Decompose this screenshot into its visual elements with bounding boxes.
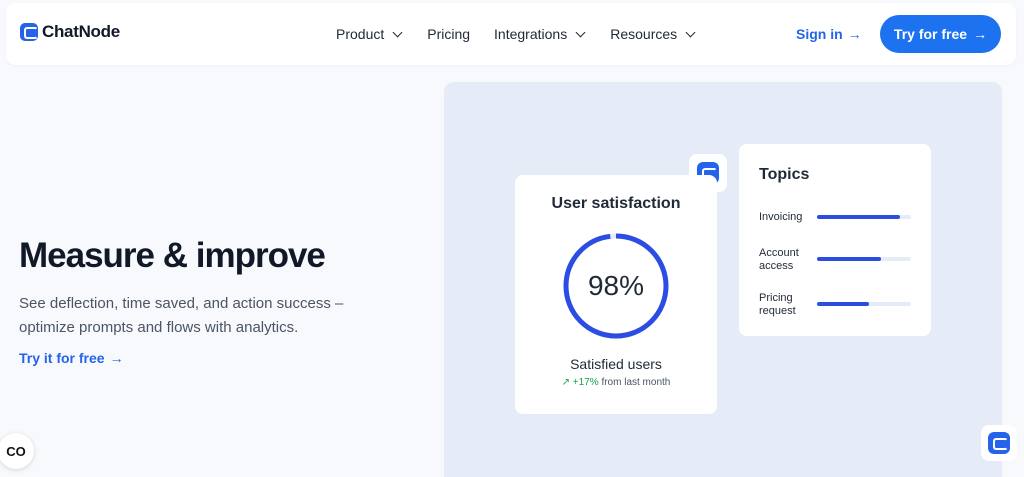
topic-name: Pricing request [759, 292, 796, 317]
try-for-free-label: Try for free [893, 26, 968, 42]
topic-bar-fill [817, 302, 869, 306]
sign-in-link[interactable]: Sign in → [796, 26, 862, 42]
try-it-free-link[interactable]: Try it for free → [19, 350, 124, 366]
nav-item-product[interactable]: Product [336, 26, 403, 42]
satisfaction-title: User satisfaction [551, 195, 681, 212]
satisfied-users-label: Satisfied users [570, 356, 662, 372]
topic-name: Account access [759, 247, 799, 272]
chevron-down-icon [685, 27, 696, 37]
nav-item-label: Integrations [494, 26, 568, 42]
nav-item-label: Pricing [427, 26, 471, 42]
nav-item-label: Resources [610, 26, 678, 42]
hero-title: Measure & improve [19, 236, 326, 275]
topic-bar-fill [817, 257, 881, 261]
trending-up-icon: ↗ [561, 377, 571, 388]
trend-value: +17% [572, 377, 599, 388]
trend-text: from last month [601, 377, 671, 388]
nav-item-integrations[interactable]: Integrations [494, 26, 586, 42]
chevron-down-icon [392, 27, 403, 37]
user-satisfaction-card: User satisfaction 98% Satisfied users ↗ … [515, 175, 717, 414]
main-menu: Product Pricing Integrations Resources [336, 26, 696, 42]
top-navbar: ChatNode Product Pricing Integrations Re… [6, 3, 1016, 65]
topic-bar-track [817, 215, 911, 219]
arrow-right-icon: → [847, 26, 862, 42]
try-it-free-label: Try it for free [19, 350, 105, 366]
brand-logo[interactable]: ChatNode [20, 22, 120, 42]
cookie-icon: CO [6, 443, 26, 459]
chat-launcher-button[interactable] [981, 425, 1017, 461]
topics-card: Topics Invoicing Account access Pricing … [739, 144, 931, 336]
chevron-down-icon [575, 27, 586, 37]
cookie-settings-button[interactable]: CO [0, 433, 34, 469]
hero-description: See deflection, time saved, and action s… [19, 295, 344, 336]
topic-name: Invoicing [759, 211, 803, 223]
satisfaction-trend: ↗ +17% from last month [515, 377, 717, 388]
arrow-right-icon: → [109, 350, 124, 366]
topic-bar-fill [817, 215, 900, 219]
nav-item-pricing[interactable]: Pricing [427, 26, 470, 42]
topic-bar-track [817, 257, 911, 261]
nav-item-label: Product [336, 26, 385, 42]
sign-in-label: Sign in [796, 26, 843, 42]
chat-bubble-icon [20, 23, 38, 41]
chat-bubble-icon [988, 432, 1010, 454]
topics-title: Topics [759, 166, 810, 183]
brand-name: ChatNode [42, 22, 120, 41]
try-for-free-button[interactable]: Try for free → [880, 15, 1001, 53]
topic-bar-track [817, 302, 911, 306]
nav-item-resources[interactable]: Resources [610, 26, 696, 42]
satisfaction-percent: 98% [587, 270, 645, 301]
arrow-right-icon: → [973, 26, 988, 42]
